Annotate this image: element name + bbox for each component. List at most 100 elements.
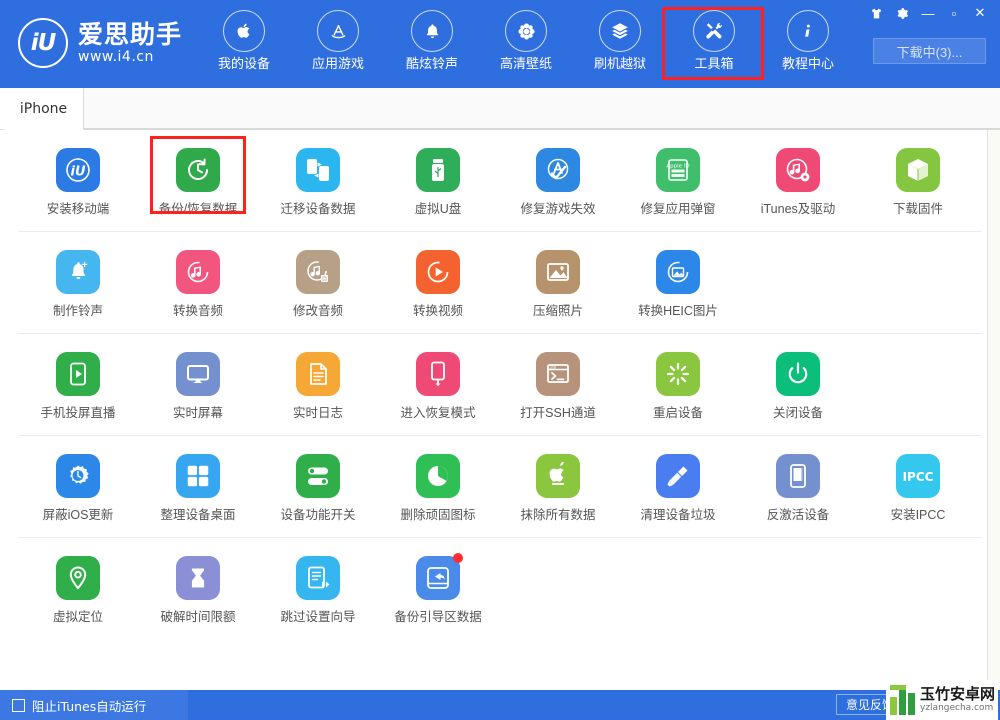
tool-tile-migrate-data[interactable]: 迁移设备数据 <box>258 130 378 231</box>
shirt-icon[interactable] <box>864 2 888 24</box>
tool-tile-label: 转换音频 <box>172 304 223 318</box>
tool-tile-feature-toggle[interactable]: 设备功能开关 <box>258 436 378 537</box>
svg-text:自: 自 <box>322 275 328 283</box>
tool-tile-time-limit[interactable]: 破解时间限额 <box>138 538 258 639</box>
tool-tile-erase-all-data[interactable]: 抹除所有数据 <box>498 436 618 537</box>
minimize-button[interactable]: — <box>916 2 940 24</box>
tool-tile-organize-desktop[interactable]: 整理设备桌面 <box>138 436 258 537</box>
reboot-icon <box>656 352 700 396</box>
brand-logo: iU 爱思助手 www.i4.cn <box>18 18 182 68</box>
heic-convert-icon <box>656 250 700 294</box>
realtime-log-icon <box>296 352 340 396</box>
info-icon <box>787 10 829 52</box>
toolbox-row: 虚拟定位 破解时间限额 跳过设置向导 备份引导区数据 <box>18 538 982 639</box>
maximize-button[interactable]: ▫ <box>942 2 966 24</box>
video-convert-icon <box>416 250 460 294</box>
tab-strip: iPhone <box>0 88 1000 130</box>
tool-tile-label: 安装移动端 <box>46 202 110 216</box>
nav-label: 应用游戏 <box>311 56 364 71</box>
tool-tile-clean-junk[interactable]: 清理设备垃圾 <box>618 436 738 537</box>
tool-tile-screen-cast[interactable]: 手机投屏直播 <box>18 334 138 435</box>
nav-item-my-device[interactable]: 我的设备 <box>197 10 291 72</box>
nav-label: 教程中心 <box>781 56 834 71</box>
watermark-title: 玉竹安卓网 <box>920 686 996 703</box>
tool-tile-realtime-screen[interactable]: 实时屏幕 <box>138 334 258 435</box>
tool-tile-skip-setup[interactable]: 跳过设置向导 <box>258 538 378 639</box>
tool-tile-fix-popup[interactable]: Apple ID 修复应用弹窗 <box>618 130 738 231</box>
tool-tile-label: 进入恢复模式 <box>400 406 476 420</box>
nav-item-apps-games[interactable]: 应用游戏 <box>291 10 385 72</box>
close-button[interactable]: ✕ <box>968 2 992 24</box>
clean-junk-icon <box>656 454 700 498</box>
bell-icon <box>411 10 453 52</box>
nav-item-tutorials[interactable]: 教程中心 <box>761 10 855 72</box>
tool-tile-label: 关闭设备 <box>772 406 823 420</box>
deactivate-icon <box>776 454 820 498</box>
tool-tile-ssh-tunnel[interactable]: SSH 打开SSH通道 <box>498 334 618 435</box>
appstore-icon <box>317 10 359 52</box>
backup-restore-icon <box>176 148 220 192</box>
toolbox-grid: iU 安装移动端 备份/恢复数据 迁移设备数据 虚拟U盘 修复游戏失效 Appl… <box>0 130 1000 690</box>
nav-item-flash-jailbreak[interactable]: 刷机越狱 <box>573 10 667 72</box>
tool-tile-backup-restore[interactable]: 备份/恢复数据 <box>138 130 258 231</box>
tool-tile-label: 修复应用弹窗 <box>640 202 716 216</box>
tool-tile-compress-photo[interactable]: 压缩照片 <box>498 232 618 333</box>
tool-tile-label: 重启设备 <box>652 406 703 420</box>
erase-all-icon <box>536 454 580 498</box>
time-limit-icon <box>176 556 220 600</box>
tool-tile-install-ipcc[interactable]: IPCC 安装IPCC <box>858 436 978 537</box>
tool-tile-fix-game[interactable]: 修复游戏失效 <box>498 130 618 231</box>
nav-item-toolbox[interactable]: 工具箱 <box>662 7 764 80</box>
tool-tile-label: 安装IPCC <box>890 508 946 522</box>
tool-tile-convert-heic[interactable]: 转换HEIC图片 <box>618 232 738 333</box>
tool-tile-label: 虚拟U盘 <box>414 202 462 216</box>
nav-label: 工具箱 <box>694 56 734 71</box>
tool-tile-virtual-usb[interactable]: 虚拟U盘 <box>378 130 498 231</box>
tool-tile-block-ios-update[interactable]: 屏蔽iOS更新 <box>18 436 138 537</box>
tool-tile-backup-boot-data[interactable]: 备份引导区数据 <box>378 538 498 639</box>
tab-iphone[interactable]: iPhone <box>4 88 84 130</box>
audio-edit-icon: 自 <box>296 250 340 294</box>
nav-item-ringtones[interactable]: 酷炫铃声 <box>385 10 479 72</box>
nav-label: 刷机越狱 <box>593 56 646 71</box>
tool-tile-power-off-device[interactable]: 关闭设备 <box>738 334 858 435</box>
tool-tile-recovery-mode[interactable]: 进入恢复模式 <box>378 334 498 435</box>
tool-tile-label: 修改音频 <box>292 304 343 318</box>
gear-icon[interactable] <box>890 2 914 24</box>
tool-tile-convert-audio[interactable]: 转换音频 <box>138 232 258 333</box>
content-scrollbar[interactable] <box>987 130 1000 690</box>
tool-tile-virtual-location[interactable]: 虚拟定位 <box>18 538 138 639</box>
apple-icon <box>223 10 265 52</box>
tool-tile-make-ringtone[interactable]: 制作铃声 <box>18 232 138 333</box>
window-controls: — ▫ ✕ <box>864 2 992 24</box>
watermark-logo-icon <box>890 685 915 715</box>
tool-tile-label: 反激活设备 <box>766 508 830 522</box>
brand-url: www.i4.cn <box>78 48 154 65</box>
ssh-terminal-icon: SSH <box>536 352 580 396</box>
flower-icon <box>505 10 547 52</box>
realtime-screen-icon <box>176 352 220 396</box>
nav-item-wallpapers[interactable]: 高清壁纸 <box>479 10 573 72</box>
brand-title: 爱思助手 <box>78 20 183 49</box>
tool-tile-convert-video[interactable]: 转换视频 <box>378 232 498 333</box>
tool-tile-download-firmware[interactable]: 下载固件 <box>858 130 978 231</box>
tool-tile-label: 跳过设置向导 <box>280 610 356 624</box>
tool-tile-edit-audio[interactable]: 自 修改音频 <box>258 232 378 333</box>
tool-tile-label: 制作铃声 <box>52 304 103 318</box>
tool-tile-deactivate-device[interactable]: 反激活设备 <box>738 436 858 537</box>
tool-tile-install-mobile[interactable]: iU 安装移动端 <box>18 130 138 231</box>
tool-tile-label: 删除顽固图标 <box>400 508 476 522</box>
tool-tile-remove-stuck-icon[interactable]: 删除顽固图标 <box>378 436 498 537</box>
tool-tile-realtime-log[interactable]: 实时日志 <box>258 334 378 435</box>
tool-tile-reboot-device[interactable]: 重启设备 <box>618 334 738 435</box>
tool-tile-itunes-driver[interactable]: iTunes及驱动 <box>738 130 858 231</box>
block-itunes-option[interactable]: 阻止iTunes自动运行 <box>0 690 188 720</box>
ringtone-make-icon <box>56 250 100 294</box>
toolbox-row: 手机投屏直播 实时屏幕 实时日志 进入恢复模式 SSH 打开SSH通道 重启设备… <box>18 334 982 436</box>
skip-setup-icon <box>296 556 340 600</box>
downloading-button[interactable]: 下载中(3)... <box>873 38 986 64</box>
tool-tile-label: 转换HEIC图片 <box>638 304 718 318</box>
block-itunes-checkbox[interactable] <box>12 698 25 712</box>
logo-mark-icon: iU <box>18 18 68 68</box>
svg-text:Apple ID: Apple ID <box>666 164 689 170</box>
